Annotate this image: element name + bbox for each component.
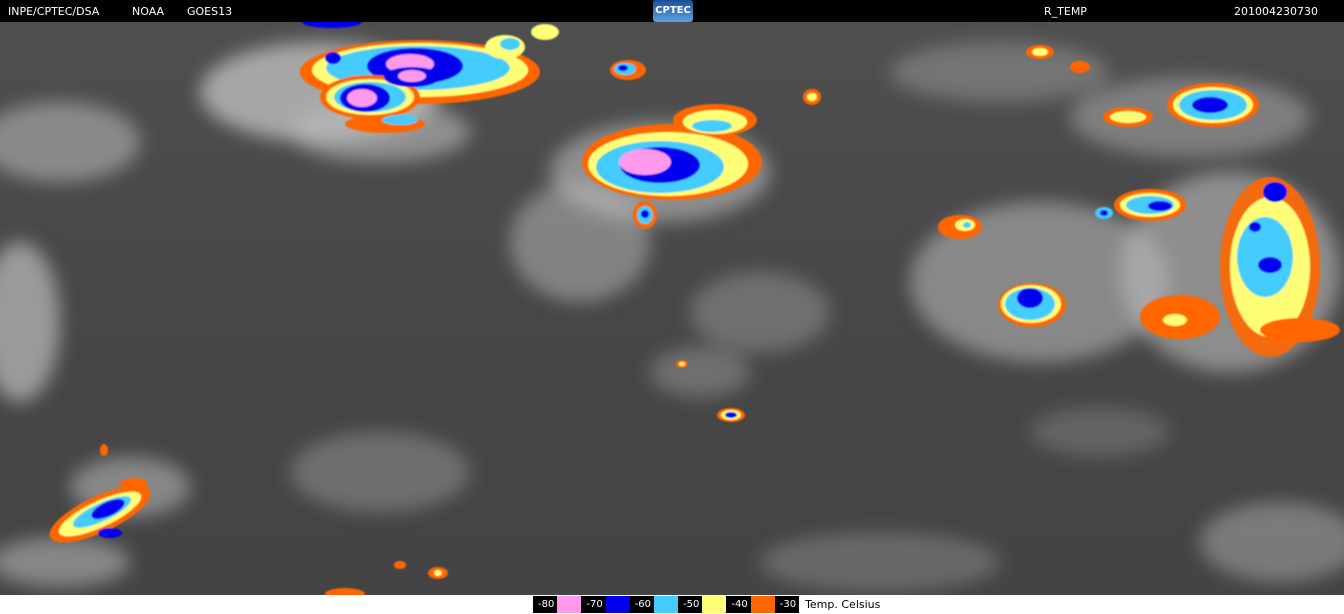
legend-label: -50 [678,596,703,613]
legend-swatch [605,596,630,613]
legend-swatch [557,596,582,613]
legend-swatch [702,596,727,613]
legend-unit-label: Temp. Celsius [805,598,881,611]
header-bar: INPE/CPTEC/DSA NOAA GOES13 CPTEC R_TEMP … [0,0,1344,22]
cptec-logo: CPTEC [653,0,693,22]
legend-label: -80 [533,596,558,613]
legend-label: -40 [726,596,751,613]
legend-label: -30 [774,596,800,613]
product-label: R_TEMP [1044,5,1087,18]
satellite-label: GOES13 [187,5,233,18]
legend-swatch [750,596,775,613]
temperature-legend: -80 -70 -60 -50 -40 -30 Temp. Celsius [533,596,880,613]
source-label: INPE/CPTEC/DSA [8,5,100,18]
satellite-image [0,22,1344,595]
legend-swatch [654,596,679,613]
legend-label: -60 [629,596,655,613]
legend-label: -70 [581,596,606,613]
agency-label: NOAA [132,5,165,18]
timestamp-label: 201004230730 [1234,5,1318,18]
legend-bar: -80 -70 -60 -50 -40 -30 Temp. Celsius [0,595,1344,614]
